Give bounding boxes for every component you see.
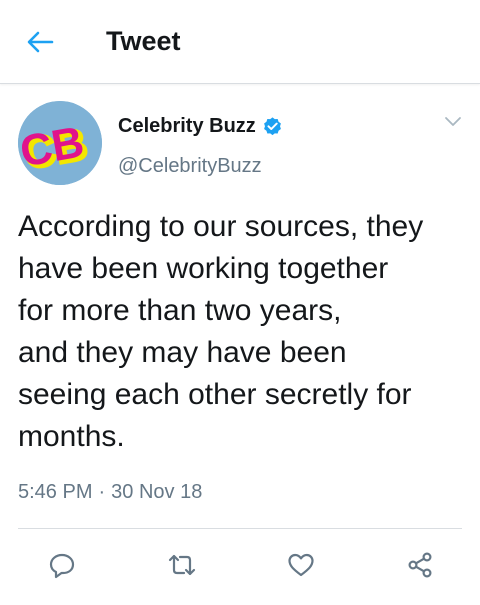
page-title: Tweet (106, 26, 181, 56)
author-name[interactable]: Celebrity Buzz (118, 113, 283, 139)
separator-dot: · (98, 481, 106, 503)
divider (18, 528, 462, 529)
author-name-text: Celebrity Buzz (118, 115, 256, 137)
action-bar (0, 547, 480, 587)
retweet-button[interactable] (164, 547, 200, 583)
more-options-button[interactable] (441, 112, 465, 132)
reply-button[interactable] (44, 547, 80, 583)
celebrity-buzz-logo: CB CB (18, 101, 102, 185)
tweet-timestamp: 5:46 PM · 30 Nov 18 (18, 479, 202, 505)
share-icon (408, 552, 432, 578)
tweet-text-line: have been working together (18, 252, 389, 285)
avatar[interactable]: CB CB (18, 101, 102, 185)
tweet-date: 30 Nov 18 (111, 481, 203, 503)
arrow-left-icon (27, 31, 54, 53)
tweet-text-line: and they may have been (18, 336, 347, 369)
author-handle[interactable]: @CelebrityBuzz (118, 153, 262, 179)
tweet-text-line: months. (18, 420, 125, 453)
verified-badge-icon (263, 116, 281, 135)
share-button[interactable] (402, 547, 438, 583)
tweet-text-line: According to our sources, they (18, 210, 424, 243)
heart-icon (288, 553, 314, 577)
like-button[interactable] (283, 547, 319, 583)
tweet-text-line: for more than two years, (18, 294, 342, 327)
reply-icon (49, 553, 75, 579)
tweet-text-line: seeing each other secretly for (18, 378, 412, 411)
top-bar: Tweet (0, 0, 480, 84)
tweet-text: According to our sources, they have been… (18, 206, 468, 458)
chevron-down-icon (445, 117, 461, 126)
retweet-icon (168, 554, 196, 576)
tweet-time: 5:46 PM (18, 481, 93, 503)
back-button[interactable] (24, 28, 56, 56)
